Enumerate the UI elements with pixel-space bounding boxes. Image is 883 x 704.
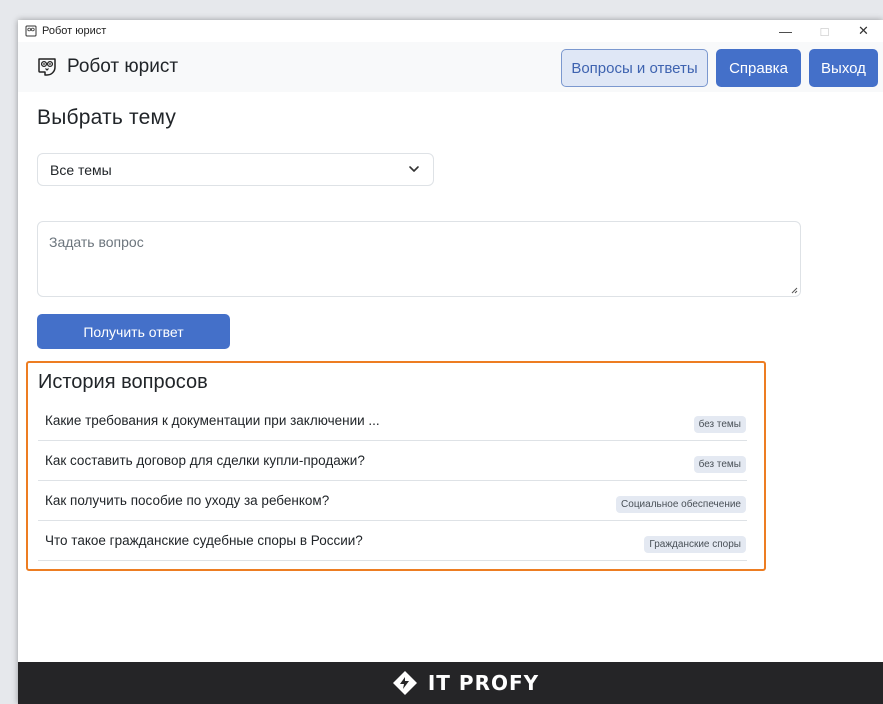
brand[interactable]: Робот юрист — [36, 56, 178, 78]
footer-logo-text: IT PROFY — [427, 671, 540, 695]
topic-select[interactable]: Все темы — [37, 153, 434, 186]
topic-badge: без темы — [693, 416, 746, 433]
history-question: Как получить пособие по уходу за ребенко… — [45, 493, 330, 508]
get-answer-button[interactable]: Получить ответ — [37, 314, 230, 349]
topic-select-value: Все темы — [50, 161, 112, 178]
help-button[interactable]: Справка — [716, 49, 801, 87]
history-question: Как составить договор для сделки купли-п… — [45, 453, 365, 468]
brand-title: Робот юрист — [67, 56, 179, 77]
title-bar: Робот юрист — □ ✕ — [18, 20, 883, 42]
navbar: Робот юрист Вопросы и ответы Справка Вых… — [18, 42, 883, 92]
chevron-down-icon — [409, 166, 419, 172]
resize-grip-icon[interactable] — [790, 286, 798, 294]
history-panel: История вопросов Какие требования к доку… — [26, 361, 766, 571]
app-window: Робот юрист — □ ✕ Робот юрист Вопросы и … — [18, 20, 883, 704]
topic-badge: Гражданские споры — [644, 536, 746, 553]
topic-badge: без темы — [693, 456, 746, 473]
topic-heading: Выбрать тему — [37, 106, 177, 129]
history-question: Что такое гражданские судебные споры в Р… — [45, 533, 363, 548]
nav-buttons: Вопросы и ответы Справка Выход — [561, 49, 878, 87]
history-question: Какие требования к документации при закл… — [45, 413, 380, 428]
history-item[interactable]: Как получить пособие по уходу за ребенко… — [38, 481, 747, 521]
exit-button[interactable]: Выход — [809, 49, 878, 87]
footer: IT PROFY — [18, 662, 883, 704]
owl-app-icon — [25, 25, 37, 37]
topic-badge: Социальное обеспечение — [616, 496, 746, 513]
faq-button[interactable]: Вопросы и ответы — [561, 49, 708, 87]
window-controls: — □ ✕ — [766, 20, 883, 42]
history-item[interactable]: Как составить договор для сделки купли-п… — [38, 441, 747, 481]
history-list: Какие требования к документации при закл… — [38, 401, 747, 561]
window-title: Робот юрист — [42, 25, 107, 37]
close-button[interactable]: ✕ — [844, 20, 883, 42]
owl-icon — [38, 58, 56, 76]
history-item[interactable]: Что такое гражданские судебные споры в Р… — [38, 521, 747, 561]
itprofy-logo-icon — [392, 671, 417, 695]
question-input[interactable]: Задать вопрос — [37, 221, 801, 297]
question-placeholder: Задать вопрос — [49, 234, 144, 250]
footer-logo: IT PROFY — [392, 670, 539, 696]
history-item[interactable]: Какие требования к документации при закл… — [38, 401, 747, 441]
history-heading: История вопросов — [38, 371, 208, 393]
minimize-button[interactable]: — — [766, 20, 805, 42]
maximize-button[interactable]: □ — [805, 20, 844, 42]
